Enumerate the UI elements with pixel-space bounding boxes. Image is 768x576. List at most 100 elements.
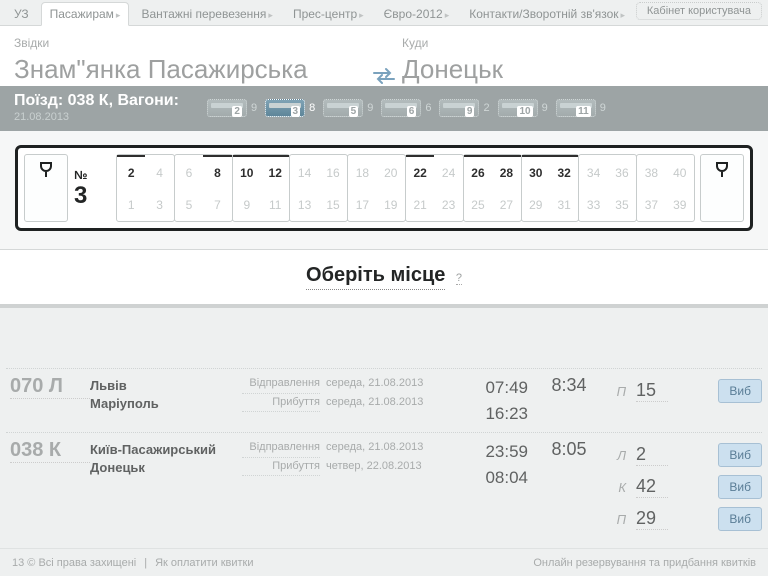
wagon-header: Поїзд: 038 К, Вагони: 21.08.2013 2938596… xyxy=(0,86,768,131)
from-input[interactable] xyxy=(14,54,366,85)
seat: 17 xyxy=(348,188,376,221)
wagon-chip[interactable]: 29 xyxy=(207,99,257,117)
wagon-chip-list: 2938596692109119 xyxy=(207,99,606,117)
swap-icon[interactable] xyxy=(372,67,396,85)
wagon-free-count: 9 xyxy=(367,102,373,114)
train-schedule: Відправленнясереда, 21.08.2013Прибуттяче… xyxy=(242,439,442,535)
seat: 11 xyxy=(261,188,289,221)
class-letter: Л xyxy=(610,448,626,463)
car-number-value: 3 xyxy=(74,182,87,210)
wagon-chip[interactable]: 38 xyxy=(265,99,315,117)
page-footer: 13 © Всі права захищені | Як оплатити кв… xyxy=(0,548,768,576)
to-label: Куди xyxy=(402,36,754,50)
seat: 5 xyxy=(175,188,203,221)
wagon-number: 5 xyxy=(349,106,359,117)
seat: 4 xyxy=(145,155,173,188)
seat[interactable]: 30 xyxy=(522,155,550,188)
to-input[interactable] xyxy=(402,54,754,85)
class-letter: П xyxy=(610,512,626,527)
seat[interactable]: 28 xyxy=(492,155,520,188)
seat[interactable]: 22 xyxy=(406,155,434,188)
wagon-free-count: 9 xyxy=(251,102,257,114)
wagon-icon: 6 xyxy=(381,99,421,117)
wc-icon xyxy=(38,161,54,182)
coupe-row: 2413685710129111416131518201719222421232… xyxy=(116,154,694,222)
seat: 13 xyxy=(290,188,318,221)
wagon-free-count: 8 xyxy=(309,102,315,114)
help-icon[interactable]: ? xyxy=(456,272,462,285)
seat: 9 xyxy=(233,188,261,221)
seat: 40 xyxy=(666,155,694,188)
train-classes: Л2ВибК42ВибП29Виб xyxy=(610,439,762,535)
wagon-chip[interactable]: 66 xyxy=(381,99,431,117)
coupe: 38403739 xyxy=(636,154,695,222)
seat: 37 xyxy=(637,188,665,221)
swap-col xyxy=(366,36,402,85)
select-button[interactable]: Виб xyxy=(718,443,762,467)
chevron-right-icon: ▸ xyxy=(116,10,121,20)
chevron-right-icon: ▸ xyxy=(268,10,273,20)
seat: 33 xyxy=(579,188,607,221)
coupe: 34363335 xyxy=(578,154,637,222)
wagon-chip[interactable]: 92 xyxy=(439,99,489,117)
wagon-icon: 2 xyxy=(207,99,247,117)
coupe: 18201719 xyxy=(347,154,406,222)
class-count: 29 xyxy=(636,508,668,530)
wagon-chip[interactable]: 10 9 xyxy=(498,99,548,117)
coupe: 22242123 xyxy=(405,154,464,222)
wagon-free-count: 2 xyxy=(483,102,489,114)
nav-item[interactable]: УЗ xyxy=(6,3,37,25)
class-count: 2 xyxy=(636,444,668,466)
select-button[interactable]: Виб xyxy=(718,507,762,531)
nav-item[interactable]: Контакти/Зворотній зв'язок▸ xyxy=(461,3,633,25)
coupe: 1012911 xyxy=(232,154,291,222)
seat: 34 xyxy=(579,155,607,188)
train-route: Київ-ПасажирськийДонецьк xyxy=(90,439,242,535)
class-count: 15 xyxy=(636,380,668,402)
car-outline: № 3 241368571012911141613151820171922242… xyxy=(15,145,753,231)
seat: 24 xyxy=(434,155,462,188)
chevron-right-icon: ▸ xyxy=(445,10,450,20)
nav-item[interactable]: Пасажирам▸ xyxy=(41,2,130,26)
wagon-icon: 10 xyxy=(498,99,538,117)
seat[interactable]: 8 xyxy=(203,155,231,188)
wagon-header-text: Поїзд: 038 К, Вагони: 21.08.2013 xyxy=(14,92,179,123)
class-row: П15Виб xyxy=(610,375,762,407)
prompt-bar: Оберіть місце ? xyxy=(0,250,768,308)
train-number[interactable]: 070 Л xyxy=(10,375,90,399)
seat[interactable]: 12 xyxy=(261,155,289,188)
wc-icon xyxy=(714,161,730,182)
seat: 14 xyxy=(290,155,318,188)
result-row: 038 ККиїв-ПасажирськийДонецькВідправленн… xyxy=(6,432,762,541)
wagon-icon: 3 xyxy=(265,99,305,117)
seat: 1 xyxy=(117,188,145,221)
user-cabinet-link[interactable]: Кабінет користувача xyxy=(636,2,762,20)
select-button[interactable]: Виб xyxy=(718,475,762,499)
wagon-chip[interactable]: 59 xyxy=(323,99,373,117)
seat[interactable]: 2 xyxy=(117,155,145,188)
wagon-number: 9 xyxy=(465,106,475,117)
car-end-left xyxy=(24,154,68,222)
class-letter: К xyxy=(610,480,626,495)
footer-payments-link[interactable]: Як оплатити квитки xyxy=(155,557,253,569)
seat: 19 xyxy=(377,188,405,221)
train-times: 07:4916:23 xyxy=(442,375,528,426)
select-button[interactable]: Виб xyxy=(718,379,762,403)
wagon-free-count: 9 xyxy=(542,102,548,114)
seat: 31 xyxy=(550,188,578,221)
seat[interactable]: 26 xyxy=(464,155,492,188)
seat: 15 xyxy=(319,188,347,221)
seat[interactable]: 32 xyxy=(550,155,578,188)
from-label: Звідки xyxy=(14,36,366,50)
wagon-chip[interactable]: 119 xyxy=(556,99,606,117)
train-number[interactable]: 038 К xyxy=(10,439,90,463)
wagon-number: 2 xyxy=(232,106,242,117)
nav-item[interactable]: Вантажні перевезення▸ xyxy=(133,3,281,25)
seat: 21 xyxy=(406,188,434,221)
seat[interactable]: 10 xyxy=(233,155,261,188)
nav-item[interactable]: Євро-2012▸ xyxy=(376,3,458,25)
footer-right-link[interactable]: Онлайн резервування та придбання квитків xyxy=(533,557,756,569)
car-end-right xyxy=(700,154,744,222)
train-duration: 8:34 xyxy=(528,375,610,426)
nav-item[interactable]: Прес-центр▸ xyxy=(285,3,372,25)
